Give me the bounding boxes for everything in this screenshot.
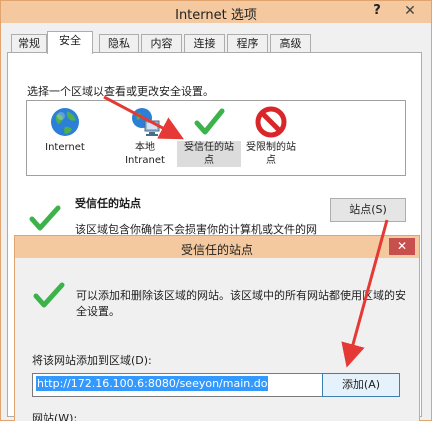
zone-trusted-sites[interactable]: 受信任的站 点 xyxy=(177,105,241,167)
add-site-label: 将该网站添加到区域(D): xyxy=(32,354,152,367)
tab-privacy[interactable]: 隐私 xyxy=(99,34,139,53)
close-button[interactable]: ✕ xyxy=(389,1,431,21)
dialog-title: 受信任的站点 xyxy=(180,243,253,257)
trusted-check-icon xyxy=(29,205,61,231)
add-button[interactable]: 添加(A) xyxy=(322,373,400,397)
dialog-check-icon xyxy=(33,282,65,308)
dialog-close-button[interactable]: ✕ xyxy=(389,238,415,255)
zone-label: 受限制的站 点 xyxy=(246,142,296,166)
choose-zone-text: 选择一个区域以查看或更改安全设置。 xyxy=(27,85,214,98)
dialog-title-bar: 受信任的站点 ✕ xyxy=(15,236,419,258)
restricted-icon xyxy=(255,106,287,138)
tab-advanced[interactable]: 高级 xyxy=(270,34,311,53)
help-button[interactable]: ? xyxy=(366,1,388,21)
zone-label: Internet xyxy=(45,142,85,153)
zone-list: Internet 本地 Intranet 受信任的站 点 受限制的站 点 xyxy=(26,100,406,176)
trusted-sites-dialog: 受信任的站点 ✕ 可以添加和删除该区域的网站。该区域中的所有网站都使用区域的安全… xyxy=(14,235,420,421)
site-url-value: http://172.16.100.6:8080/seeyon/main.do xyxy=(36,376,269,391)
zone-local-intranet[interactable]: 本地 Intranet xyxy=(113,105,177,167)
zone-restricted-sites[interactable]: 受限制的站 点 xyxy=(239,105,303,167)
zone-internet[interactable]: Internet xyxy=(33,105,97,154)
internet-options-window: Internet 选项 ? ✕ 常规 安全 隐私 内容 连接 程序 高级 选择一… xyxy=(0,0,432,421)
local-intranet-icon xyxy=(132,108,160,136)
sites-button[interactable]: 站点(S) xyxy=(330,198,406,222)
site-url-input[interactable]: http://172.16.100.6:8080/seeyon/main.do xyxy=(32,373,324,397)
green-check-icon xyxy=(194,108,225,135)
tab-general[interactable]: 常规 xyxy=(11,34,47,53)
tab-connections[interactable]: 连接 xyxy=(184,34,225,53)
zone-label: 本地 Intranet xyxy=(125,142,165,166)
zone-title: 受信任的站点 xyxy=(75,197,141,210)
tab-programs[interactable]: 程序 xyxy=(227,34,268,53)
title-bar: Internet 选项 ? ✕ xyxy=(1,1,431,23)
dialog-description: 可以添加和删除该区域的网站。该区域中的所有网站都使用区域的安全设置。 xyxy=(76,289,406,318)
websites-label: 网站(W): xyxy=(32,412,78,421)
tab-content[interactable]: 内容 xyxy=(141,34,182,53)
zone-label: 受信任的站 点 xyxy=(177,141,241,167)
tab-security[interactable]: 安全 xyxy=(47,31,93,54)
globe-icon xyxy=(51,108,79,136)
